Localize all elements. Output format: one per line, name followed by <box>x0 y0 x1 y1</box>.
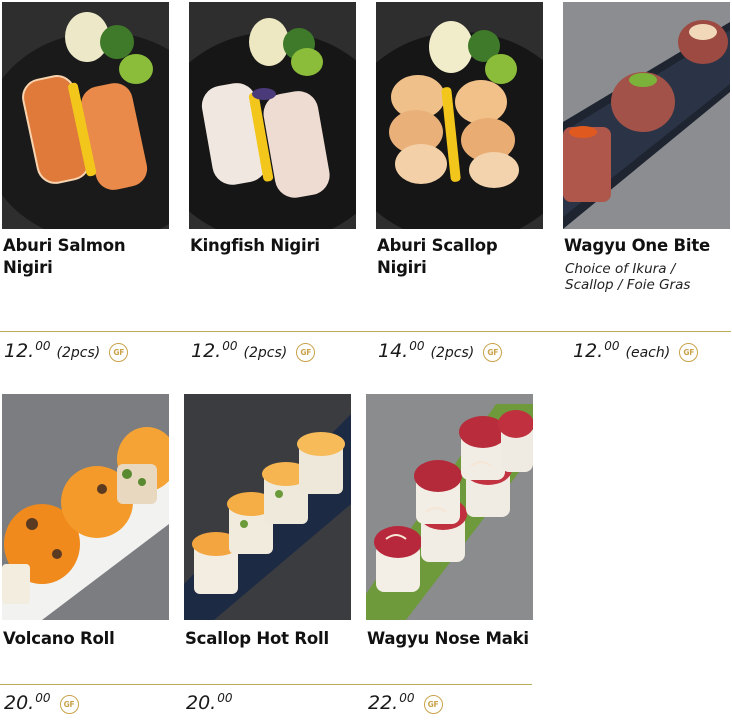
price-cents: 00 <box>35 691 51 705</box>
gluten-free-badge: GF <box>423 695 443 714</box>
item-name: Scallop Hot Roll <box>185 629 329 648</box>
price-cents: 00 <box>222 339 238 353</box>
price-whole: 12. <box>573 340 604 362</box>
price-whole: 22. <box>368 692 399 714</box>
volcano-roll-photo <box>2 394 169 620</box>
gluten-free-badge: GF <box>59 695 79 714</box>
price-whole: 12. <box>191 340 222 362</box>
price-unit: (each) <box>625 345 671 361</box>
item-price: 12.00 (2pcs) GF <box>191 339 316 365</box>
kingfish-nigiri-photo <box>189 2 356 229</box>
divider-row-1 <box>0 331 731 332</box>
item-name: Wagyu Nose Maki <box>367 629 529 648</box>
gluten-free-badge: GF <box>296 343 316 362</box>
scallop-hot-roll-photo <box>184 394 351 620</box>
price-unit: (2pcs) <box>430 345 475 361</box>
aburi-salmon-nigiri-photo <box>2 2 169 229</box>
price-cents: 00 <box>409 339 425 353</box>
item-name: Aburi Salmon Nigiri <box>3 236 126 277</box>
item-price: 22.00 GF <box>368 691 443 717</box>
wagyu-nose-maki-photo <box>366 394 533 620</box>
wagyu-one-bite-photo <box>563 2 730 229</box>
gluten-free-badge: GF <box>679 343 699 362</box>
item-name: Aburi Scallop Nigiri <box>377 236 498 277</box>
item-name: Volcano Roll <box>3 629 115 648</box>
price-whole: 20. <box>186 692 217 714</box>
price-unit: (2pcs) <box>243 345 288 361</box>
item-price: 12.00 (2pcs) GF <box>4 339 129 365</box>
item-price: 20.00 GF <box>4 691 79 717</box>
price-whole: 12. <box>4 340 35 362</box>
gluten-free-badge: GF <box>483 343 503 362</box>
price-whole: 14. <box>378 340 409 362</box>
item-price: 14.00 (2pcs) GF <box>378 339 503 365</box>
item-price: 20.00 <box>186 691 233 717</box>
divider-row-2 <box>0 684 532 685</box>
gluten-free-badge: GF <box>109 343 129 362</box>
price-unit: (2pcs) <box>56 345 101 361</box>
price-cents: 00 <box>399 691 415 705</box>
price-cents: 00 <box>35 339 51 353</box>
item-name: Wagyu One Bite <box>564 236 711 255</box>
price-whole: 20. <box>4 692 35 714</box>
item-name: Kingfish Nigiri <box>190 236 320 255</box>
price-cents: 00 <box>217 691 233 705</box>
item-description: Choice of Ikura / Scallop / Foie Gras <box>565 261 691 293</box>
item-price: 12.00 (each) GF <box>573 339 699 365</box>
price-cents: 00 <box>604 339 620 353</box>
aburi-scallop-nigiri-photo <box>376 2 543 229</box>
